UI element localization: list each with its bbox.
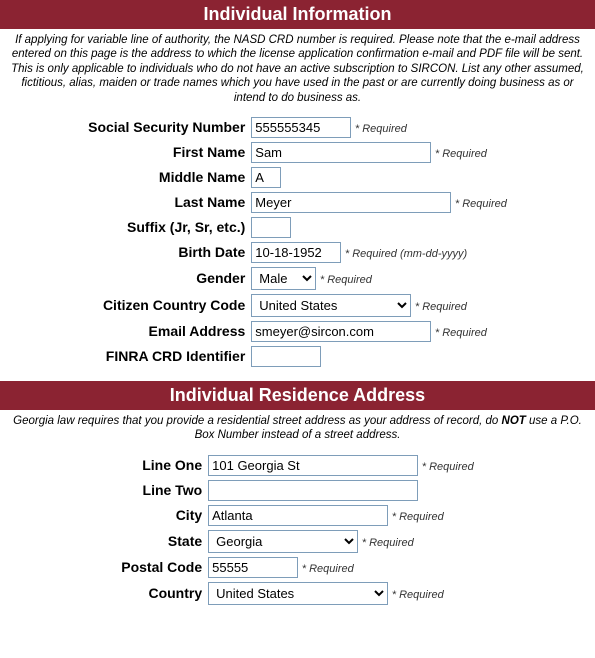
email-required: * Required	[435, 327, 487, 339]
country-required: * Required	[392, 589, 444, 601]
postal-code-input[interactable]	[208, 557, 298, 578]
finra-label: FINRA CRD Identifier	[85, 344, 248, 369]
line-two-input[interactable]	[208, 480, 418, 501]
residence-address-form: Line One * Required Line Two City * Requ…	[118, 453, 477, 607]
gender-required: * Required	[320, 274, 372, 286]
line-one-required: * Required	[422, 461, 474, 473]
suffix-label: Suffix (Jr, Sr, etc.)	[85, 215, 248, 240]
first-name-input[interactable]	[251, 142, 431, 163]
birth-date-input[interactable]	[251, 242, 341, 263]
citizen-country-select[interactable]: United States	[251, 294, 411, 317]
ssn-input[interactable]	[251, 117, 351, 138]
line-one-label: Line One	[118, 453, 205, 478]
state-select[interactable]: Georgia	[208, 530, 358, 553]
citizen-country-label: Citizen Country Code	[85, 292, 248, 319]
birth-date-required: * Required (mm-dd-yyyy)	[345, 248, 467, 260]
ssn-label: Social Security Number	[85, 115, 248, 140]
suffix-input[interactable]	[251, 217, 291, 238]
middle-name-label: Middle Name	[85, 165, 248, 190]
state-required: * Required	[362, 537, 414, 549]
city-label: City	[118, 503, 205, 528]
city-input[interactable]	[208, 505, 388, 526]
section-header-residence-address: Individual Residence Address	[0, 381, 595, 410]
gender-select[interactable]: Male	[251, 267, 316, 290]
postal-code-required: * Required	[302, 563, 354, 575]
residence-address-note: Georgia law requires that you provide a …	[0, 410, 595, 453]
first-name-required: * Required	[435, 148, 487, 160]
individual-info-form: Social Security Number * Required First …	[85, 115, 510, 369]
last-name-required: * Required	[455, 198, 507, 210]
first-name-label: First Name	[85, 140, 248, 165]
finra-input[interactable]	[251, 346, 321, 367]
middle-name-input[interactable]	[251, 167, 281, 188]
last-name-label: Last Name	[85, 190, 248, 215]
postal-code-label: Postal Code	[118, 555, 205, 580]
email-label: Email Address	[85, 319, 248, 344]
country-label: Country	[118, 580, 205, 607]
line-two-label: Line Two	[118, 478, 205, 503]
line-one-input[interactable]	[208, 455, 418, 476]
email-input[interactable]	[251, 321, 431, 342]
state-label: State	[118, 528, 205, 555]
ssn-required: * Required	[355, 123, 407, 135]
gender-label: Gender	[85, 265, 248, 292]
city-required: * Required	[392, 511, 444, 523]
birth-date-label: Birth Date	[85, 240, 248, 265]
section-header-individual-info: Individual Information	[0, 0, 595, 29]
individual-info-note: If applying for variable line of authori…	[0, 29, 595, 115]
country-select[interactable]: United States	[208, 582, 388, 605]
last-name-input[interactable]	[251, 192, 451, 213]
citizen-country-required: * Required	[415, 301, 467, 313]
